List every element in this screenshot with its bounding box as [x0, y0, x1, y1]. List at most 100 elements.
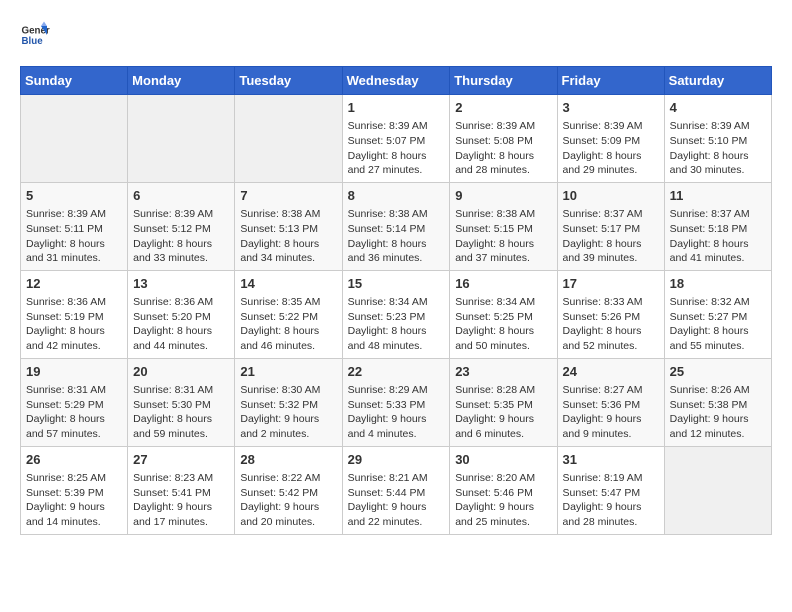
day-number: 6 — [133, 187, 229, 205]
weekday-header-cell: Friday — [557, 67, 664, 95]
calendar-day-cell: 10 Sunrise: 8:37 AMSunset: 5:17 PMDaylig… — [557, 182, 664, 270]
calendar-day-cell — [128, 95, 235, 183]
day-number: 24 — [563, 363, 659, 381]
page-header: General Blue — [20, 20, 772, 50]
day-info: Sunrise: 8:39 AMSunset: 5:09 PMDaylight:… — [563, 120, 643, 176]
day-info: Sunrise: 8:30 AMSunset: 5:32 PMDaylight:… — [240, 384, 320, 440]
day-info: Sunrise: 8:38 AMSunset: 5:13 PMDaylight:… — [240, 208, 320, 264]
calendar-day-cell: 14 Sunrise: 8:35 AMSunset: 5:22 PMDaylig… — [235, 270, 342, 358]
calendar-day-cell: 2 Sunrise: 8:39 AMSunset: 5:08 PMDayligh… — [450, 95, 557, 183]
day-number: 13 — [133, 275, 229, 293]
weekday-header-cell: Saturday — [664, 67, 771, 95]
day-info: Sunrise: 8:20 AMSunset: 5:46 PMDaylight:… — [455, 472, 535, 528]
calendar-day-cell: 11 Sunrise: 8:37 AMSunset: 5:18 PMDaylig… — [664, 182, 771, 270]
day-info: Sunrise: 8:34 AMSunset: 5:25 PMDaylight:… — [455, 296, 535, 352]
calendar-day-cell: 13 Sunrise: 8:36 AMSunset: 5:20 PMDaylig… — [128, 270, 235, 358]
day-info: Sunrise: 8:37 AMSunset: 5:17 PMDaylight:… — [563, 208, 643, 264]
calendar-day-cell: 18 Sunrise: 8:32 AMSunset: 5:27 PMDaylig… — [664, 270, 771, 358]
day-info: Sunrise: 8:39 AMSunset: 5:11 PMDaylight:… — [26, 208, 106, 264]
weekday-header-row: SundayMondayTuesdayWednesdayThursdayFrid… — [21, 67, 772, 95]
day-info: Sunrise: 8:39 AMSunset: 5:12 PMDaylight:… — [133, 208, 213, 264]
day-number: 14 — [240, 275, 336, 293]
day-number: 27 — [133, 451, 229, 469]
calendar-day-cell — [235, 95, 342, 183]
calendar-day-cell: 21 Sunrise: 8:30 AMSunset: 5:32 PMDaylig… — [235, 358, 342, 446]
day-number: 18 — [670, 275, 766, 293]
day-info: Sunrise: 8:31 AMSunset: 5:30 PMDaylight:… — [133, 384, 213, 440]
svg-text:Blue: Blue — [22, 36, 44, 47]
calendar-week-row: 1 Sunrise: 8:39 AMSunset: 5:07 PMDayligh… — [21, 95, 772, 183]
day-info: Sunrise: 8:35 AMSunset: 5:22 PMDaylight:… — [240, 296, 320, 352]
calendar-day-cell: 17 Sunrise: 8:33 AMSunset: 5:26 PMDaylig… — [557, 270, 664, 358]
day-info: Sunrise: 8:27 AMSunset: 5:36 PMDaylight:… — [563, 384, 643, 440]
day-info: Sunrise: 8:23 AMSunset: 5:41 PMDaylight:… — [133, 472, 213, 528]
day-info: Sunrise: 8:19 AMSunset: 5:47 PMDaylight:… — [563, 472, 643, 528]
calendar-week-row: 19 Sunrise: 8:31 AMSunset: 5:29 PMDaylig… — [21, 358, 772, 446]
day-info: Sunrise: 8:25 AMSunset: 5:39 PMDaylight:… — [26, 472, 106, 528]
day-info: Sunrise: 8:34 AMSunset: 5:23 PMDaylight:… — [348, 296, 428, 352]
calendar-day-cell: 22 Sunrise: 8:29 AMSunset: 5:33 PMDaylig… — [342, 358, 450, 446]
day-number: 16 — [455, 275, 551, 293]
calendar-day-cell: 28 Sunrise: 8:22 AMSunset: 5:42 PMDaylig… — [235, 446, 342, 534]
day-number: 31 — [563, 451, 659, 469]
calendar-day-cell: 23 Sunrise: 8:28 AMSunset: 5:35 PMDaylig… — [450, 358, 557, 446]
day-info: Sunrise: 8:38 AMSunset: 5:15 PMDaylight:… — [455, 208, 535, 264]
day-number: 10 — [563, 187, 659, 205]
calendar-day-cell: 29 Sunrise: 8:21 AMSunset: 5:44 PMDaylig… — [342, 446, 450, 534]
calendar-table: SundayMondayTuesdayWednesdayThursdayFrid… — [20, 66, 772, 535]
day-info: Sunrise: 8:36 AMSunset: 5:19 PMDaylight:… — [26, 296, 106, 352]
day-info: Sunrise: 8:39 AMSunset: 5:07 PMDaylight:… — [348, 120, 428, 176]
calendar-day-cell: 20 Sunrise: 8:31 AMSunset: 5:30 PMDaylig… — [128, 358, 235, 446]
day-number: 25 — [670, 363, 766, 381]
calendar-day-cell: 6 Sunrise: 8:39 AMSunset: 5:12 PMDayligh… — [128, 182, 235, 270]
calendar-day-cell: 4 Sunrise: 8:39 AMSunset: 5:10 PMDayligh… — [664, 95, 771, 183]
calendar-body: 1 Sunrise: 8:39 AMSunset: 5:07 PMDayligh… — [21, 95, 772, 535]
logo: General Blue — [20, 20, 50, 50]
day-number: 9 — [455, 187, 551, 205]
day-number: 20 — [133, 363, 229, 381]
day-info: Sunrise: 8:36 AMSunset: 5:20 PMDaylight:… — [133, 296, 213, 352]
weekday-header-cell: Monday — [128, 67, 235, 95]
day-number: 7 — [240, 187, 336, 205]
calendar-day-cell: 9 Sunrise: 8:38 AMSunset: 5:15 PMDayligh… — [450, 182, 557, 270]
calendar-day-cell: 12 Sunrise: 8:36 AMSunset: 5:19 PMDaylig… — [21, 270, 128, 358]
day-info: Sunrise: 8:29 AMSunset: 5:33 PMDaylight:… — [348, 384, 428, 440]
day-number: 19 — [26, 363, 122, 381]
calendar-day-cell: 3 Sunrise: 8:39 AMSunset: 5:09 PMDayligh… — [557, 95, 664, 183]
calendar-day-cell: 24 Sunrise: 8:27 AMSunset: 5:36 PMDaylig… — [557, 358, 664, 446]
weekday-header-cell: Tuesday — [235, 67, 342, 95]
day-info: Sunrise: 8:21 AMSunset: 5:44 PMDaylight:… — [348, 472, 428, 528]
day-number: 15 — [348, 275, 445, 293]
day-number: 12 — [26, 275, 122, 293]
calendar-day-cell: 5 Sunrise: 8:39 AMSunset: 5:11 PMDayligh… — [21, 182, 128, 270]
day-info: Sunrise: 8:39 AMSunset: 5:10 PMDaylight:… — [670, 120, 750, 176]
day-number: 1 — [348, 99, 445, 117]
weekday-header-cell: Wednesday — [342, 67, 450, 95]
day-number: 23 — [455, 363, 551, 381]
logo-icon: General Blue — [20, 20, 50, 50]
day-info: Sunrise: 8:26 AMSunset: 5:38 PMDaylight:… — [670, 384, 750, 440]
day-number: 8 — [348, 187, 445, 205]
day-number: 17 — [563, 275, 659, 293]
calendar-week-row: 12 Sunrise: 8:36 AMSunset: 5:19 PMDaylig… — [21, 270, 772, 358]
calendar-week-row: 26 Sunrise: 8:25 AMSunset: 5:39 PMDaylig… — [21, 446, 772, 534]
day-number: 4 — [670, 99, 766, 117]
calendar-day-cell: 25 Sunrise: 8:26 AMSunset: 5:38 PMDaylig… — [664, 358, 771, 446]
weekday-header-cell: Thursday — [450, 67, 557, 95]
calendar-day-cell: 30 Sunrise: 8:20 AMSunset: 5:46 PMDaylig… — [450, 446, 557, 534]
day-number: 30 — [455, 451, 551, 469]
day-info: Sunrise: 8:22 AMSunset: 5:42 PMDaylight:… — [240, 472, 320, 528]
calendar-day-cell: 7 Sunrise: 8:38 AMSunset: 5:13 PMDayligh… — [235, 182, 342, 270]
day-number: 11 — [670, 187, 766, 205]
calendar-week-row: 5 Sunrise: 8:39 AMSunset: 5:11 PMDayligh… — [21, 182, 772, 270]
calendar-day-cell: 15 Sunrise: 8:34 AMSunset: 5:23 PMDaylig… — [342, 270, 450, 358]
day-info: Sunrise: 8:39 AMSunset: 5:08 PMDaylight:… — [455, 120, 535, 176]
day-number: 3 — [563, 99, 659, 117]
calendar-day-cell: 26 Sunrise: 8:25 AMSunset: 5:39 PMDaylig… — [21, 446, 128, 534]
day-info: Sunrise: 8:31 AMSunset: 5:29 PMDaylight:… — [26, 384, 106, 440]
day-number: 21 — [240, 363, 336, 381]
day-info: Sunrise: 8:33 AMSunset: 5:26 PMDaylight:… — [563, 296, 643, 352]
calendar-day-cell: 31 Sunrise: 8:19 AMSunset: 5:47 PMDaylig… — [557, 446, 664, 534]
day-number: 28 — [240, 451, 336, 469]
day-number: 26 — [26, 451, 122, 469]
